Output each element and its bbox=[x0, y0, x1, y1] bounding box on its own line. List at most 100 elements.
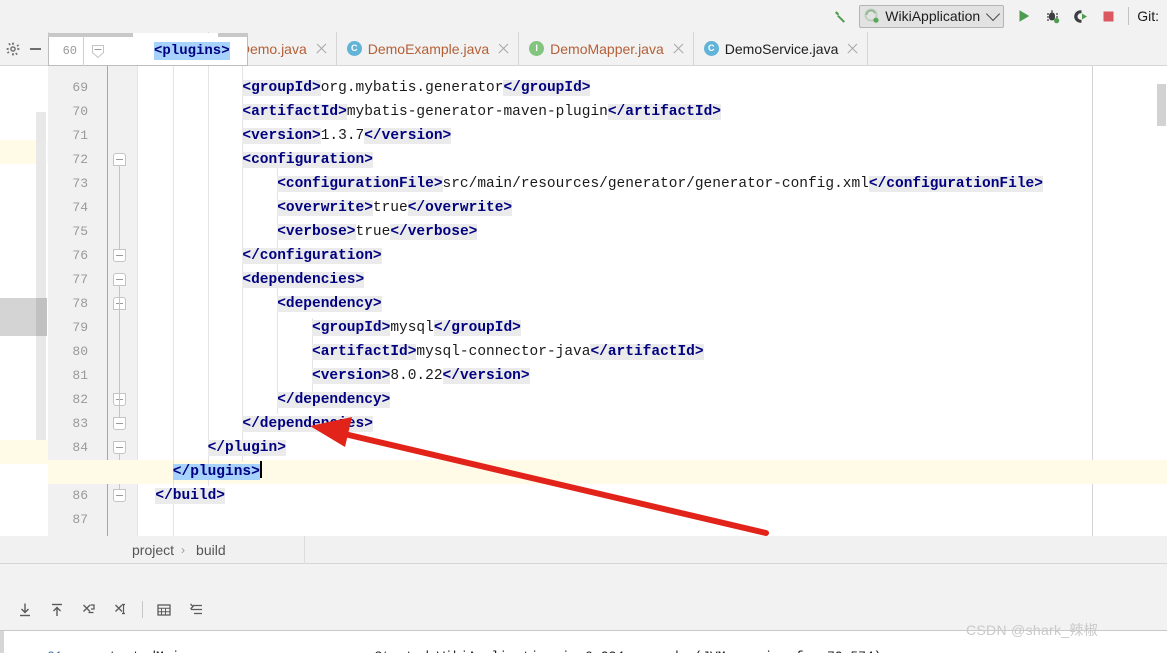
code-line[interactable]: </build> bbox=[138, 484, 1167, 508]
left-scrollbar-thumb[interactable] bbox=[36, 298, 47, 336]
console-toolbar-divider bbox=[142, 601, 143, 618]
xml-tag: <overwrite> bbox=[277, 200, 373, 216]
code-line[interactable]: <dependencies> bbox=[138, 268, 1167, 292]
scroll-to-cursor-icon[interactable] bbox=[108, 597, 134, 623]
code-line[interactable]: </dependency> bbox=[138, 388, 1167, 412]
xml-tag: <version> bbox=[312, 368, 391, 384]
gutter-line-number: 71 bbox=[48, 124, 138, 148]
minus-bar bbox=[29, 48, 41, 50]
tab-demomapper-java[interactable]: I DemoMapper.java bbox=[519, 32, 694, 65]
scroll-to-top-icon[interactable] bbox=[44, 597, 70, 623]
code-line[interactable]: <configurationFile>src/main/resources/ge… bbox=[138, 172, 1167, 196]
xml-text: mysql-connector-java bbox=[416, 344, 591, 360]
interface-file-icon: I bbox=[529, 41, 545, 56]
xml-tag: </dependencies> bbox=[242, 416, 373, 432]
breadcrumb-divider bbox=[304, 536, 305, 564]
code-line[interactable]: <groupId>org.mybatis.generator</groupId> bbox=[138, 76, 1167, 100]
scrollbar-thumb[interactable] bbox=[133, 33, 218, 37]
run-with-coverage-button[interactable] bbox=[1067, 3, 1093, 29]
code-line[interactable]: </plugin> bbox=[138, 436, 1167, 460]
hide-icon[interactable] bbox=[24, 38, 46, 60]
code-line[interactable]: <verbose>true</verbose> bbox=[138, 220, 1167, 244]
fold-marker-icon[interactable] bbox=[84, 44, 112, 58]
code-line[interactable]: </plugins> bbox=[138, 460, 1167, 484]
gear-icon[interactable] bbox=[2, 38, 24, 60]
code-line[interactable]: <version>1.3.7</version> bbox=[138, 124, 1167, 148]
fold-marker-icon[interactable] bbox=[113, 417, 126, 430]
code-line[interactable]: <groupId>mysql</groupId> bbox=[138, 316, 1167, 340]
code-line[interactable]: <version>8.0.22</version> bbox=[138, 364, 1167, 388]
code-text-area[interactable]: <groupId>org.mybatis.generator</groupId>… bbox=[138, 66, 1167, 536]
line-number: 71 bbox=[72, 128, 88, 143]
stop-button[interactable] bbox=[1095, 3, 1121, 29]
run-configuration-label: WikiApplication bbox=[885, 8, 981, 24]
line-number: 80 bbox=[72, 344, 88, 359]
chevron-down-icon[interactable] bbox=[986, 6, 1001, 22]
build-project-icon[interactable] bbox=[828, 3, 854, 29]
line-number: 81 bbox=[72, 368, 88, 383]
xml-text: 8.0.22 bbox=[390, 368, 443, 384]
editor-horizontal-scrollbar[interactable] bbox=[48, 33, 248, 37]
xml-tag: </groupId> bbox=[433, 320, 521, 336]
print-icon[interactable] bbox=[151, 597, 177, 623]
tab-demoservice-java[interactable]: C DemoService.java bbox=[693, 32, 869, 65]
class-file-icon: C bbox=[346, 41, 362, 56]
gutter-line-number: 69 bbox=[48, 76, 138, 100]
xml-tag: <artifactId> bbox=[312, 344, 417, 360]
line-number: 74 bbox=[72, 200, 88, 215]
gutter-line-number: 80 bbox=[48, 340, 138, 364]
xml-tag: </plugins> bbox=[172, 464, 260, 480]
code-line[interactable]: </project> bbox=[138, 532, 1167, 536]
close-icon[interactable] bbox=[497, 42, 510, 55]
tab-demoexample-java[interactable]: C DemoExample.java bbox=[336, 32, 520, 65]
clear-all-icon[interactable] bbox=[183, 597, 209, 623]
code-line[interactable]: <overwrite>true</overwrite> bbox=[138, 196, 1167, 220]
close-icon[interactable] bbox=[846, 42, 859, 55]
class-file-icon: C bbox=[703, 41, 719, 56]
code-line[interactable]: <configuration> bbox=[138, 148, 1167, 172]
fold-marker-icon[interactable] bbox=[113, 249, 126, 262]
tab-label: DemoExample.java bbox=[367, 40, 490, 57]
line-number: 69 bbox=[72, 80, 88, 95]
line-number: 75 bbox=[72, 224, 88, 239]
xml-tag: <configuration> bbox=[242, 152, 373, 168]
close-icon[interactable] bbox=[672, 42, 685, 55]
xml-tag: <groupId> bbox=[312, 320, 391, 336]
fold-region-line bbox=[119, 309, 120, 394]
left-scrollbar-track[interactable] bbox=[36, 112, 47, 442]
scroll-to-end-icon[interactable] bbox=[12, 597, 38, 623]
xml-text: org.mybatis.generator bbox=[320, 80, 504, 96]
xml-tag: </artifactId> bbox=[590, 344, 704, 360]
main-toolbar: WikiApplication Git: bbox=[0, 0, 1167, 32]
line-number: 79 bbox=[72, 320, 88, 335]
code-line[interactable]: <dependency> bbox=[138, 292, 1167, 316]
code-line[interactable]: <artifactId>mysql-connector-java</artifa… bbox=[138, 340, 1167, 364]
fold-region-line bbox=[119, 165, 120, 250]
breadcrumb-item-build[interactable]: build bbox=[196, 542, 226, 558]
left-highlight-strip-current bbox=[0, 440, 48, 464]
xml-tag: </verbose> bbox=[390, 224, 478, 240]
code-line[interactable] bbox=[138, 508, 1167, 532]
xml-tag: </version> bbox=[364, 128, 452, 144]
code-line[interactable]: </configuration> bbox=[138, 244, 1167, 268]
xml-tag: <dependency> bbox=[277, 296, 382, 312]
line-number: 82 bbox=[72, 392, 88, 407]
run-configuration-selector[interactable]: WikiApplication bbox=[859, 4, 1005, 28]
run-button[interactable] bbox=[1011, 3, 1037, 29]
code-line[interactable]: </dependencies> bbox=[138, 412, 1167, 436]
line-number: 73 bbox=[72, 176, 88, 191]
xml-tag: </configuration> bbox=[242, 248, 382, 264]
close-icon[interactable] bbox=[315, 42, 328, 55]
soft-wrap-icon[interactable] bbox=[76, 597, 102, 623]
debug-button[interactable] bbox=[1039, 3, 1065, 29]
code-editor[interactable]: 6970717273747576777879808182838485868788… bbox=[0, 66, 1167, 536]
fold-marker-icon[interactable] bbox=[113, 489, 126, 502]
xml-tag: <verbose> bbox=[277, 224, 356, 240]
code-line[interactable]: <artifactId>mybatis-generator-maven-plug… bbox=[138, 100, 1167, 124]
sticky-line-number: 60 bbox=[62, 44, 77, 58]
breadcrumb-item-project[interactable]: project bbox=[132, 542, 174, 558]
git-label: Git: bbox=[1137, 8, 1159, 24]
xml-tag: </overwrite> bbox=[407, 200, 513, 216]
line-number: 86 bbox=[72, 488, 88, 503]
console-thread-name: restartedMain bbox=[86, 649, 187, 653]
